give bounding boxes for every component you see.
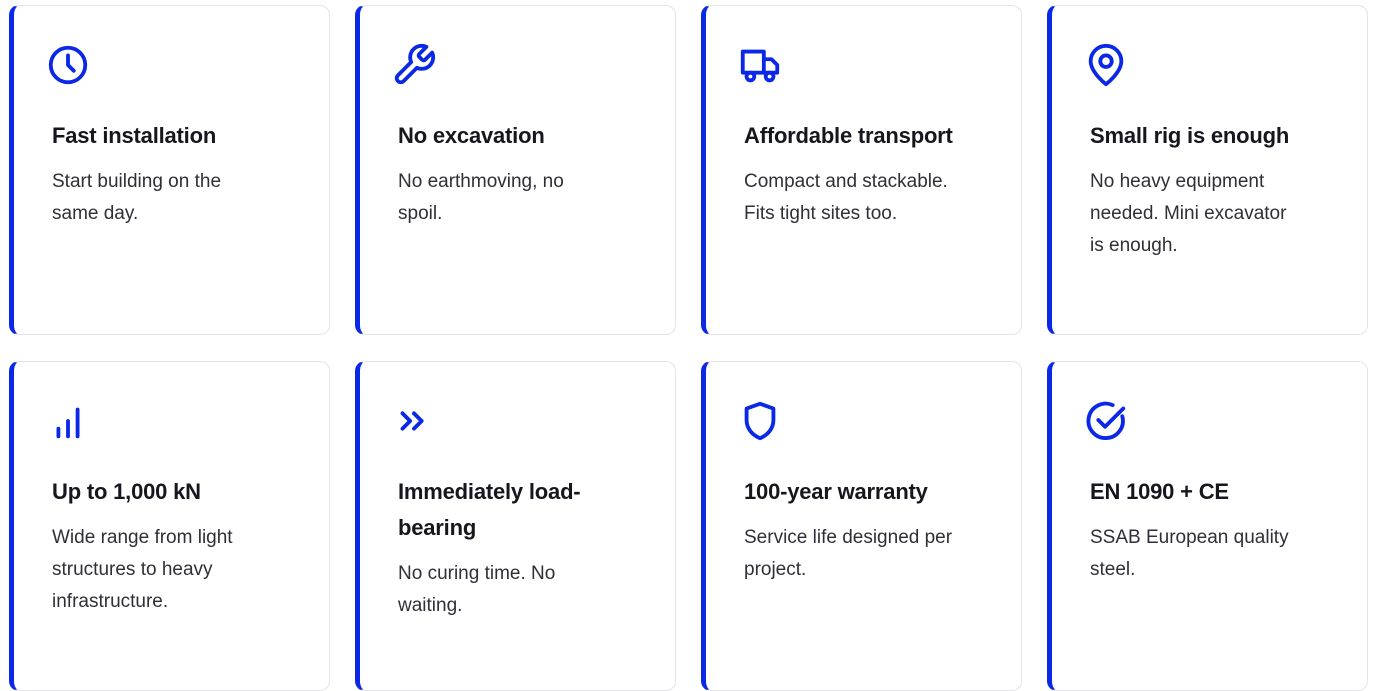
feature-description: Wide range from light structures to heav…: [52, 527, 233, 612]
features-grid: Fast installation Start building on the …: [9, 5, 1368, 691]
feature-card-small-rig: Small rig is enough No heavy equipment n…: [1047, 5, 1368, 335]
feature-title: Small rig is enough: [1090, 123, 1290, 148]
wrench-icon: [391, 42, 437, 88]
feature-title: Up to 1,000 kN: [52, 479, 201, 504]
feature-card-certification: EN 1090 + CE SSAB European quality steel…: [1047, 361, 1368, 691]
feature-title: Affordable transport: [744, 123, 953, 148]
feature-title: No excavation: [398, 123, 545, 148]
feature-description: SSAB European quality steel.: [1090, 527, 1289, 580]
feature-title: Fast installation: [52, 123, 217, 148]
feature-title: Immediately load-bearing: [398, 479, 581, 540]
feature-description: Compact and stackable. Fits tight sites …: [744, 171, 948, 224]
feature-title: 100-year warranty: [744, 479, 928, 504]
chevrons-right-icon: [391, 398, 437, 444]
signal-bars-icon: [45, 398, 91, 444]
feature-description: Start building on the same day.: [52, 171, 222, 224]
feature-card-no-excavation: No excavation No earthmoving, no spoil.: [355, 5, 676, 335]
clock-icon: [45, 42, 91, 88]
map-pin-icon: [1083, 42, 1129, 88]
feature-title: EN 1090 + CE: [1090, 479, 1229, 504]
shield-icon: [737, 398, 783, 444]
feature-card-capacity: Up to 1,000 kN Wide range from light str…: [9, 361, 330, 691]
check-circle-icon: [1083, 398, 1129, 444]
feature-description: No heavy equipment needed. Mini excavato…: [1090, 171, 1287, 256]
feature-card-affordable-transport: Affordable transport Compact and stackab…: [701, 5, 1022, 335]
feature-description: No curing time. No waiting.: [398, 563, 556, 616]
feature-description: No earthmoving, no spoil.: [398, 171, 564, 224]
feature-card-warranty: 100-year warranty Service life designed …: [701, 361, 1022, 691]
truck-icon: [737, 42, 783, 88]
feature-description: Service life designed per project.: [744, 527, 953, 580]
feature-card-load-bearing: Immediately load-bearing No curing time.…: [355, 361, 676, 691]
feature-card-fast-installation: Fast installation Start building on the …: [9, 5, 330, 335]
